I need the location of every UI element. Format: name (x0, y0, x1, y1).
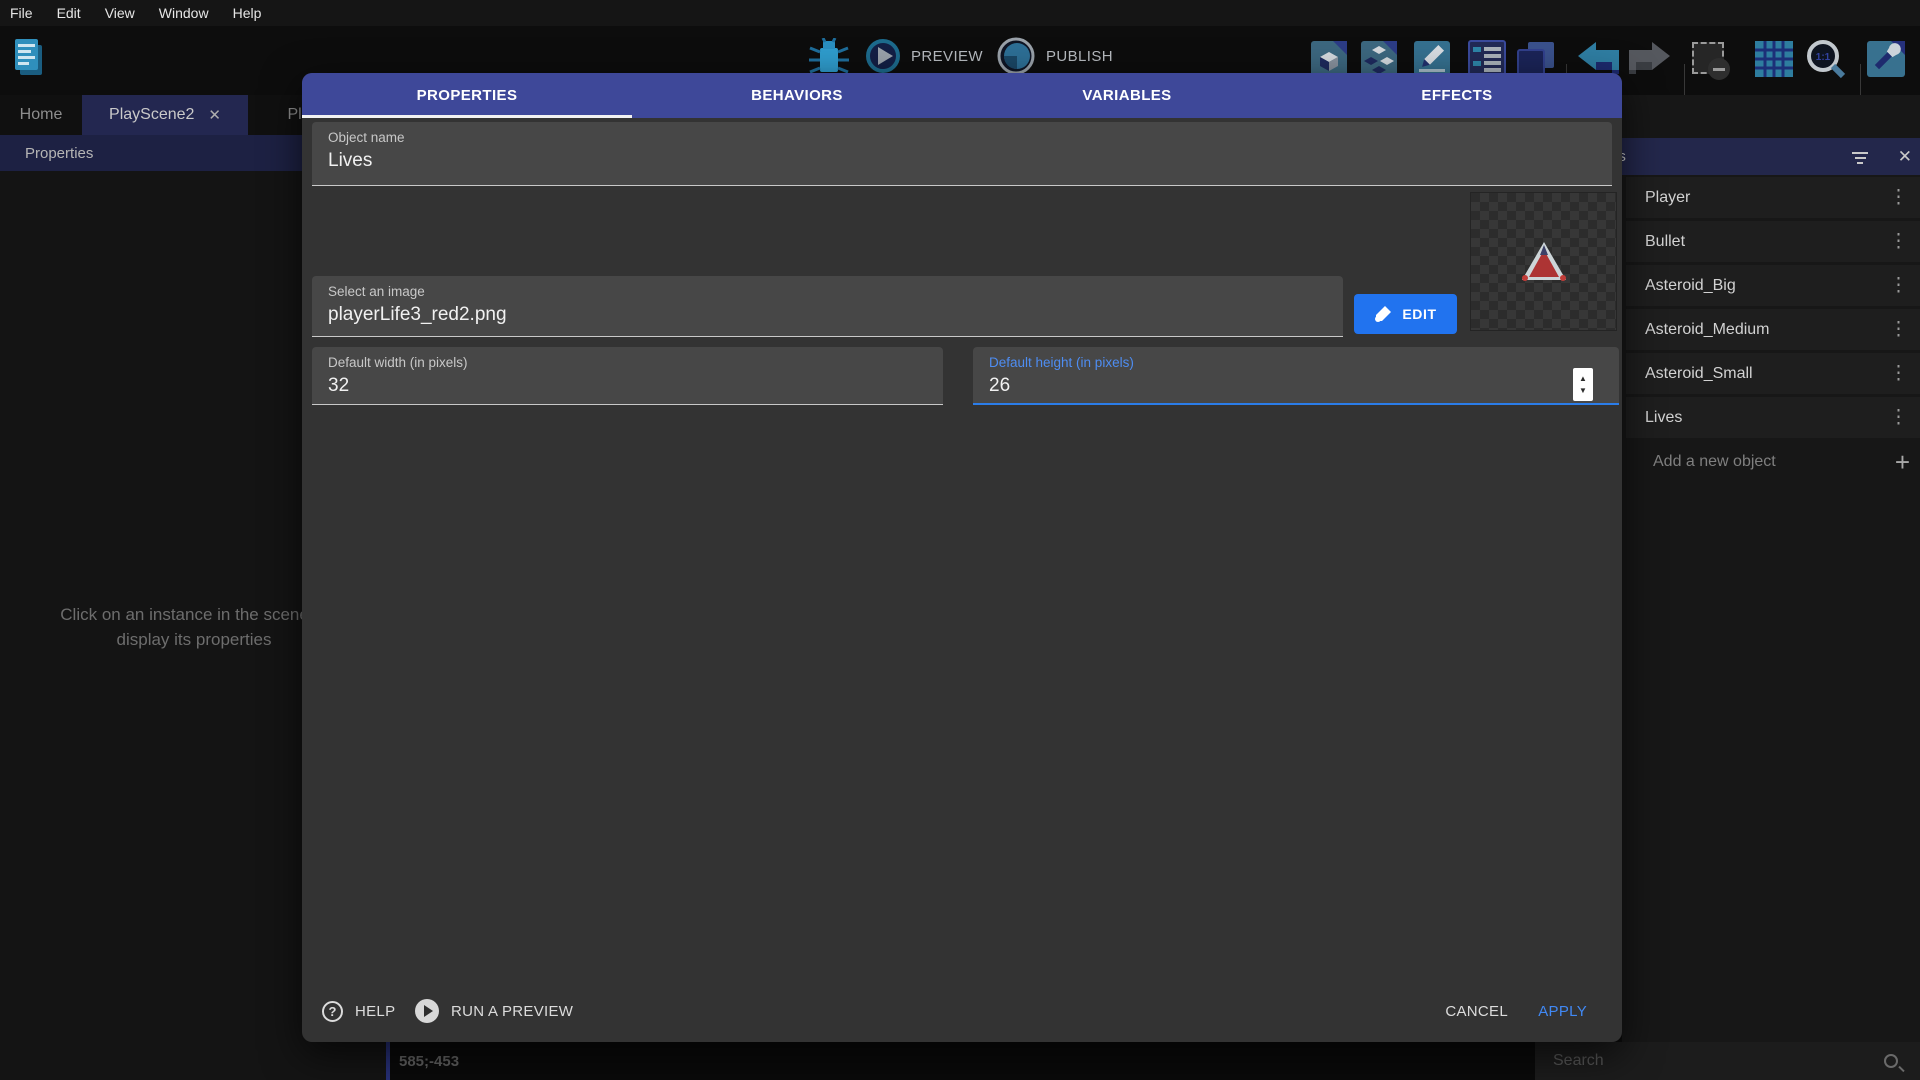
tab-playscene2[interactable]: PlayScene2 ✕ (82, 95, 248, 135)
redo-icon[interactable] (1628, 40, 1672, 78)
project-manager-icon[interactable] (12, 36, 46, 82)
left-panel-bottom (0, 1042, 386, 1080)
edit-image-button[interactable]: EDIT (1354, 294, 1457, 334)
select-image-field[interactable]: Select an image playerLife3_red2.png (312, 276, 1343, 337)
number-stepper[interactable]: ▲ ▼ (1573, 368, 1593, 401)
help-label: HELP (355, 1003, 395, 1020)
object-row-asteroid-big[interactable]: Asteroid_Big ⋮ (1626, 265, 1920, 306)
add-icon: + (1895, 449, 1910, 475)
objects-panel: Objects ✕ Player ⋮ Bullet ⋮ Asteroid_Big… (1622, 95, 1920, 1042)
publish-icon[interactable] (995, 36, 1037, 76)
help-icon: ? (322, 1001, 343, 1022)
preview-icon[interactable] (865, 38, 901, 74)
run-preview-label: RUN A PREVIEW (451, 1003, 573, 1020)
menu-file[interactable]: File (10, 5, 33, 21)
cancel-button[interactable]: CANCEL (1445, 1003, 1508, 1020)
add-object-label: Add a new object (1626, 453, 1776, 471)
default-height-field[interactable]: Default height (in pixels) 26 ▲ ▼ (973, 347, 1619, 405)
objects-panel-header: Objects ✕ (1622, 138, 1920, 175)
select-image-value: playerLife3_red2.png (328, 304, 507, 326)
tab-home-label: Home (20, 106, 63, 124)
default-width-label: Default width (in pixels) (328, 355, 468, 370)
deselect-icon[interactable] (1692, 42, 1724, 74)
zoom-actual-icon[interactable]: 1:1 (1804, 38, 1848, 80)
close-tab-icon[interactable]: ✕ (208, 106, 221, 124)
menu-edit[interactable]: Edit (57, 5, 81, 21)
run-preview-button[interactable]: RUN A PREVIEW (415, 999, 573, 1023)
tab-effects[interactable]: EFFECTS (1292, 73, 1622, 118)
object-name-value: Lives (328, 150, 372, 172)
tab-variables[interactable]: VARIABLES (962, 73, 1292, 118)
object-row-player[interactable]: Player ⋮ (1626, 177, 1920, 218)
cursor-coordinates: 585;-453 (390, 1053, 459, 1070)
run-preview-icon (415, 999, 439, 1023)
object-label: Asteroid_Medium (1626, 321, 1770, 339)
svg-text:1:1: 1:1 (1816, 52, 1831, 63)
object-row-asteroid-medium[interactable]: Asteroid_Medium ⋮ (1626, 309, 1920, 350)
default-width-value: 32 (328, 375, 349, 397)
object-row-asteroid-small[interactable]: Asteroid_Small ⋮ (1626, 353, 1920, 394)
tab-behaviors[interactable]: BEHAVIORS (632, 73, 962, 118)
object-name-label: Object name (328, 130, 405, 145)
help-button[interactable]: ? HELP (322, 1001, 395, 1022)
cancel-label: CANCEL (1445, 1003, 1508, 1020)
brush-icon (1374, 305, 1392, 323)
menu-view[interactable]: View (105, 5, 135, 21)
object-label: Bullet (1626, 233, 1685, 251)
menu-help[interactable]: Help (233, 5, 262, 21)
row-menu-icon[interactable]: ⋮ (1889, 320, 1908, 339)
object-name-field[interactable]: Object name Lives (312, 122, 1612, 186)
search-input[interactable] (1535, 1052, 1855, 1070)
row-menu-icon[interactable]: ⋮ (1889, 188, 1908, 207)
select-image-label: Select an image (328, 284, 425, 299)
apply-button[interactable]: APPLY (1538, 1003, 1587, 1020)
tab-home[interactable]: Home (0, 95, 82, 135)
close-panel-icon[interactable]: ✕ (1898, 147, 1912, 167)
search-icon (1884, 1054, 1898, 1068)
filter-icon[interactable] (1852, 152, 1868, 164)
add-object-button[interactable]: Add a new object + (1626, 441, 1920, 482)
row-menu-icon[interactable]: ⋮ (1889, 364, 1908, 383)
edit-button-label: EDIT (1402, 306, 1436, 322)
apply-label: APPLY (1538, 1003, 1587, 1020)
row-menu-icon[interactable]: ⋮ (1889, 232, 1908, 251)
ship-sprite-image (1520, 241, 1568, 283)
publish-button[interactable]: PUBLISH (1046, 48, 1113, 65)
menu-window[interactable]: Window (159, 5, 209, 21)
row-menu-icon[interactable]: ⋮ (1889, 276, 1908, 295)
search-bar (1535, 1042, 1920, 1080)
object-label: Lives (1626, 409, 1682, 427)
default-width-field[interactable]: Default width (in pixels) 32 (312, 347, 943, 405)
sprite-preview[interactable] (1470, 192, 1617, 331)
dialog-tab-bar: PROPERTIES BEHAVIORS VARIABLES EFFECTS (302, 73, 1622, 118)
default-height-value: 26 (989, 375, 1010, 397)
object-row-bullet[interactable]: Bullet ⋮ (1626, 221, 1920, 262)
object-row-lives[interactable]: Lives ⋮ (1626, 397, 1920, 438)
object-properties-dialog: PROPERTIES BEHAVIORS VARIABLES EFFECTS O… (302, 73, 1622, 1042)
object-label: Asteroid_Small (1626, 365, 1753, 383)
row-menu-icon[interactable]: ⋮ (1889, 408, 1908, 427)
grid-icon[interactable] (1754, 40, 1794, 78)
dialog-footer: ? HELP RUN A PREVIEW CANCEL APPLY (302, 986, 1622, 1036)
tab-playscene2-label: PlayScene2 (109, 106, 194, 124)
debug-icon[interactable] (806, 38, 852, 78)
default-height-label: Default height (in pixels) (989, 355, 1134, 370)
stepper-up-icon[interactable]: ▲ (1579, 375, 1587, 383)
scene-status-bar: 585;-453 (390, 1042, 1535, 1080)
menu-bar: File Edit View Window Help (0, 0, 1920, 26)
object-label: Player (1626, 189, 1690, 207)
properties-panel-title: Properties (25, 145, 93, 162)
tab-properties[interactable]: PROPERTIES (302, 73, 632, 118)
settings-icon[interactable] (1866, 40, 1908, 78)
stepper-down-icon[interactable]: ▼ (1579, 387, 1587, 395)
active-tab-indicator (302, 115, 632, 118)
preview-button[interactable]: PREVIEW (911, 48, 983, 65)
object-label: Asteroid_Big (1626, 277, 1736, 295)
